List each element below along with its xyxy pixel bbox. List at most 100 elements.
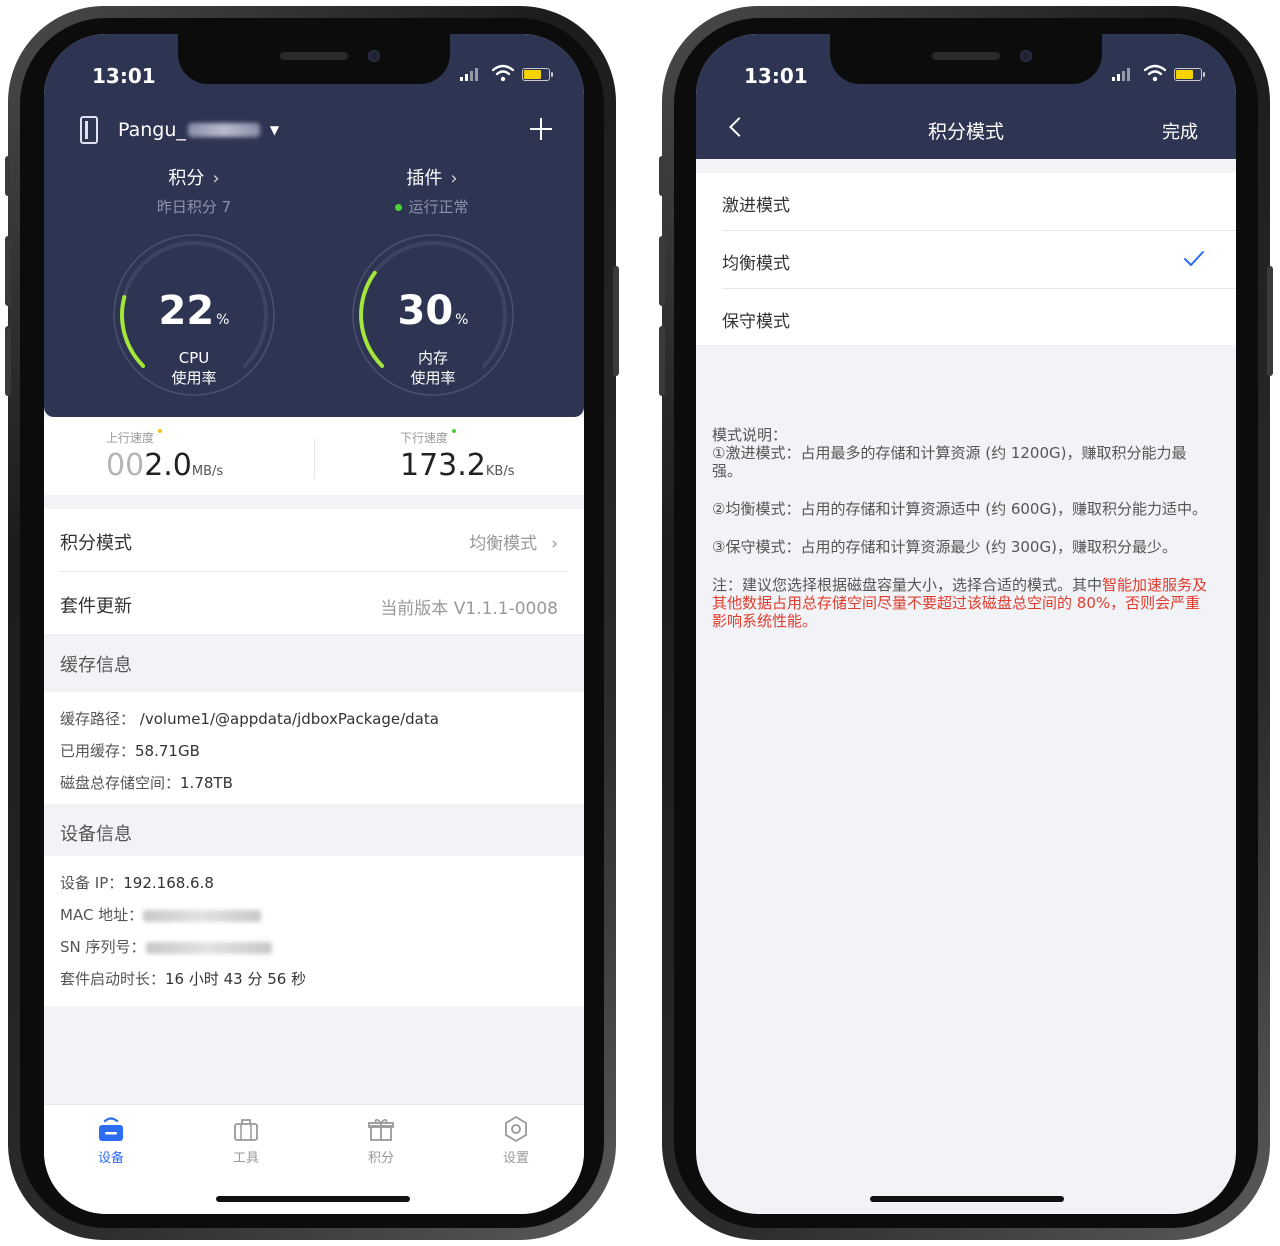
- power-button: [613, 266, 619, 376]
- disk-total: 磁盘总存储空间：1.78TB: [60, 772, 233, 793]
- mode-option-conservative[interactable]: 保守模式: [696, 289, 1236, 346]
- download-value: 173.2: [400, 448, 486, 483]
- volume-down-button: [659, 326, 665, 396]
- kit-update-label: 套件更新: [60, 596, 132, 617]
- speed-card: 上行速度 002.0MB/s 下行速度 173.2KB/s: [44, 417, 584, 495]
- mac-address: MAC 地址：: [60, 904, 262, 925]
- download-speed: 下行速度 173.2KB/s: [400, 429, 584, 483]
- memory-unit: %: [455, 312, 469, 328]
- cache-path-value: /volume1/@appdata/jdboxPackage/data: [139, 710, 439, 728]
- mode-label: 均衡模式: [722, 254, 790, 274]
- device-icon: [80, 116, 98, 144]
- device-tab-icon: [99, 1117, 123, 1141]
- note-text: 注：建议您选择根据磁盘容量大小，选择合适的模式。其中: [712, 576, 1103, 594]
- status-time: 13:01: [92, 64, 156, 88]
- home-indicator[interactable]: [870, 1196, 1064, 1202]
- serial-number-redacted: [145, 941, 272, 954]
- mute-switch: [659, 156, 665, 196]
- disk-total-label: 磁盘总存储空间：: [60, 774, 181, 792]
- mode-label: 激进模式: [722, 196, 790, 216]
- points-mode-label: 积分模式: [60, 533, 132, 554]
- download-unit: KB/s: [485, 464, 515, 479]
- done-button[interactable]: 完成: [1162, 118, 1198, 144]
- upload-value: 2.0: [144, 448, 192, 483]
- points-yesterday: 昨日积分 7: [156, 198, 232, 216]
- status-time: 13:01: [744, 64, 808, 88]
- kit-update-row[interactable]: 套件更新 当前版本 V1.1.1-0008: [44, 572, 584, 634]
- mode-description: 模式说明： ①激进模式：占用最多的存储和计算资源 (约 1200G)，赚取积分能…: [712, 426, 1212, 650]
- serial-number-label: SN 序列号：: [60, 938, 146, 956]
- memory-value: 30: [397, 288, 454, 334]
- aggressive-description: ①激进模式：占用最多的存储和计算资源 (约 1200G)，赚取积分能力最强。: [712, 444, 1187, 480]
- plugins-title: 插件: [406, 168, 443, 189]
- upload-leading-zeros: 00: [106, 448, 145, 483]
- chevron-right-icon: ›: [212, 168, 220, 189]
- cache-used-label: 已用缓存：: [60, 742, 136, 760]
- volume-down-button: [5, 326, 11, 396]
- description-heading: 模式说明：: [712, 426, 788, 444]
- page-title: 积分模式: [927, 121, 1004, 143]
- kit-uptime: 套件启动时长：16 小时 43 分 56 秒: [60, 968, 306, 989]
- gift-icon: [368, 1119, 394, 1141]
- add-device-button[interactable]: [528, 116, 554, 142]
- kit-version: 当前版本 V1.1.1-0008: [380, 599, 558, 619]
- status-bar: 13:01: [44, 34, 584, 100]
- tab-tools[interactable]: 工具: [206, 1115, 286, 1166]
- caret-down-icon: ▼: [269, 123, 280, 137]
- tab-bar: 设备 工具 积分 设置: [44, 1104, 584, 1214]
- device-ip-label: 设备 IP：: [60, 874, 124, 892]
- points-summary[interactable]: 积分 › 昨日积分 7: [94, 164, 294, 217]
- serial-number: SN 序列号：: [60, 936, 272, 957]
- kit-uptime-label: 套件启动时长：: [60, 970, 166, 988]
- tab-points-label: 积分: [367, 1151, 394, 1166]
- mode-option-balanced[interactable]: 均衡模式: [696, 231, 1236, 288]
- cache-path: 缓存路径： /volume1/@appdata/jdboxPackage/dat…: [60, 708, 439, 729]
- tab-device[interactable]: 设备: [71, 1115, 151, 1166]
- mute-switch: [5, 156, 11, 196]
- tab-device-label: 设备: [97, 1151, 124, 1166]
- download-dot-icon: [452, 429, 457, 433]
- cache-path-label: 缓存路径：: [60, 710, 136, 728]
- device-info-card: 设备 IP：192.168.6.8 MAC 地址： SN 序列号： 套件启动时长…: [44, 856, 584, 1006]
- points-mode-value: 均衡模式: [469, 534, 538, 554]
- device-ip: 设备 IP：192.168.6.8: [60, 872, 214, 893]
- tab-tools-label: 工具: [232, 1151, 259, 1166]
- mode-list: 激进模式 均衡模式 保守模式: [696, 173, 1236, 345]
- cellular-signal-icon: [460, 68, 478, 81]
- balanced-description: ②均衡模式：占用的存储和计算资源适中 (约 600G)，赚取积分能力适中。: [712, 500, 1207, 518]
- speed-divider: [314, 439, 315, 479]
- conservative-description: ③保守模式：占用的存储和计算资源最少 (约 300G)，赚取积分最少。: [712, 538, 1177, 556]
- toolbox-icon: [234, 1119, 258, 1141]
- device-screen: Pangu_ ▼ 积分 › 昨日积分 7 插件 › 运行正常 22% CPU 使…: [44, 34, 584, 1214]
- memory-gauge: 30% 内存 使用率: [348, 230, 518, 400]
- settings-group: 积分模式 均衡模式 › 套件更新 当前版本 V1.1.1-0008: [44, 509, 584, 634]
- points-mode-row[interactable]: 积分模式 均衡模式 ›: [44, 509, 584, 571]
- mac-address-redacted: [143, 909, 262, 922]
- home-indicator[interactable]: [216, 1196, 410, 1202]
- tab-settings[interactable]: 设置: [476, 1115, 556, 1166]
- gear-icon: [505, 1115, 527, 1143]
- volume-up-button: [659, 236, 665, 306]
- upload-label: 上行速度: [106, 431, 155, 445]
- checkmark-icon: [1184, 251, 1204, 266]
- tab-settings-label: 设置: [502, 1151, 529, 1166]
- wifi-icon: [1144, 64, 1166, 82]
- cpu-gauge: 22% CPU 使用率: [109, 230, 279, 400]
- wifi-icon: [492, 64, 514, 82]
- device-name: Pangu_: [118, 119, 186, 141]
- mode-label: 保守模式: [722, 312, 790, 332]
- cpu-value: 22: [158, 288, 215, 334]
- disk-total-value: 1.78TB: [180, 774, 233, 792]
- power-button: [1267, 266, 1273, 376]
- tab-points[interactable]: 积分: [341, 1115, 421, 1166]
- volume-up-button: [5, 236, 11, 306]
- mode-screen: 积分模式 完成 激进模式 均衡模式 保守模式 模式说明： ①激进模式：占用最多的…: [696, 34, 1236, 1214]
- chevron-right-icon: ›: [450, 168, 458, 189]
- chevron-right-icon: ›: [551, 534, 558, 554]
- download-label: 下行速度: [400, 431, 449, 445]
- device-selector[interactable]: Pangu_ ▼: [80, 116, 279, 144]
- status-bar: 13:01: [696, 34, 1236, 100]
- memory-usage-label: 使用率: [410, 369, 456, 387]
- plugins-summary[interactable]: 插件 › 运行正常: [332, 164, 532, 217]
- mode-option-aggressive[interactable]: 激进模式: [696, 173, 1236, 230]
